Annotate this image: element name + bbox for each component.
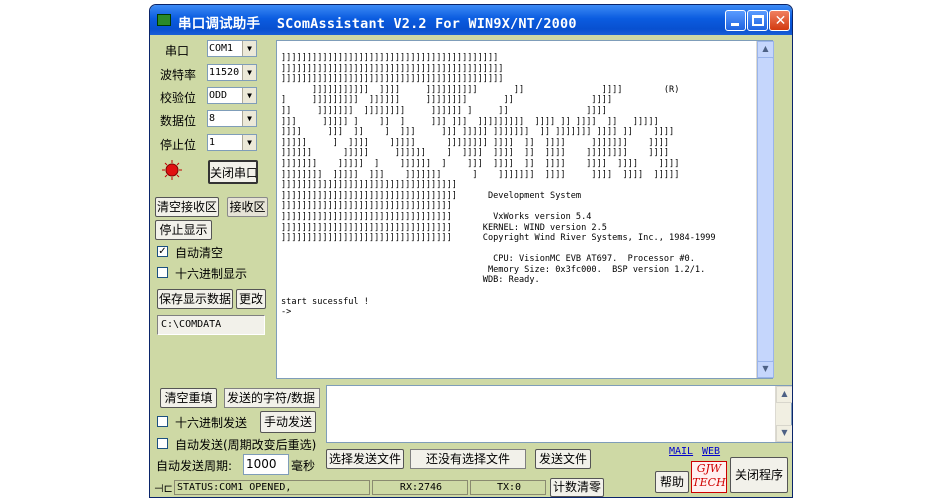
baud-label: 波特率 [160,68,197,82]
gjw-tech-logo[interactable]: GJW TECH [691,461,727,493]
period-input[interactable]: 1000 [243,454,289,475]
maximize-icon [752,15,764,26]
window-title: 串口调试助手 SComAssistant V2.2 For WIN9X/NT/2… [178,16,577,32]
stopbits-select[interactable]: 1 ▼ [207,134,257,151]
logo-line1: GJW [696,462,722,475]
send-file-button[interactable]: 发送文件 [535,449,591,469]
sent-chars-label: 发送的字符/数据 [224,388,320,408]
minimize-icon [731,23,739,26]
send-textarea[interactable]: ▲ ▼ [326,385,792,443]
save-path-field[interactable]: C:\COMDATA [157,315,265,335]
mail-link[interactable]: MAIL [669,446,693,457]
clear-receive-button[interactable]: 清空接收区 [155,197,219,217]
stop-display-button[interactable]: 停止显示 [155,220,212,240]
connector-icon: ⊣⊏ [154,482,173,495]
chevron-down-icon: ▼ [242,88,256,103]
scroll-thumb[interactable] [757,57,774,362]
chevron-down-icon: ▼ [242,135,256,150]
chevron-down-icon: ▼ [242,41,256,56]
scroll-up-icon[interactable]: ▲ [757,41,774,58]
app-icon [157,14,171,26]
status-text: STATUS:COM1 OPENED, [174,480,370,495]
rx-counter: RX:2746 [372,480,468,495]
stopbits-value: 1 [209,137,216,148]
app-window: 串口调试助手 SComAssistant V2.2 For WIN9X/NT/2… [149,4,793,498]
auto-send-checkbox[interactable] [157,438,168,449]
parity-value: ODD [209,90,228,101]
stopbits-label: 停止位 [160,138,197,152]
manual-send-button[interactable]: 手动发送 [260,411,316,433]
send-scrollbar[interactable]: ▲ ▼ [775,386,792,442]
receive-scrollbar[interactable]: ▲ ▼ [756,41,774,378]
auto-send-label: 自动发送(周期改变后重选) [175,438,317,452]
port-status-led-icon [162,160,182,180]
change-path-button[interactable]: 更改 [236,289,266,309]
clear-resend-button[interactable]: 清空重填 [160,388,217,408]
baud-select[interactable]: 11520 ▼ [207,64,257,81]
auto-clear-label: 自动清空 [175,246,224,260]
period-label: 自动发送周期: [156,459,233,473]
port-select[interactable]: COM1 ▼ [207,40,257,57]
web-link[interactable]: WEB [702,446,720,457]
scroll-up-icon[interactable]: ▲ [776,386,792,403]
close-icon: ✕ [774,13,787,29]
close-button[interactable]: ✕ [769,10,790,31]
save-display-button[interactable]: 保存显示数据 [157,289,233,309]
close-program-button[interactable]: 关闭程序 [730,457,788,493]
receive-area-toggle[interactable]: 接收区 [227,197,268,217]
tx-counter: TX:0 [470,480,546,495]
hex-display-label: 十六进制显示 [175,267,248,281]
title-bar[interactable]: 串口调试助手 SComAssistant V2.2 For WIN9X/NT/2… [150,5,792,35]
chevron-down-icon: ▼ [242,111,256,126]
select-send-file-button[interactable]: 选择发送文件 [326,449,404,469]
scroll-down-icon[interactable]: ▼ [757,361,774,378]
close-port-button[interactable]: 关闭串口 [208,160,258,184]
minimize-button[interactable] [725,10,746,31]
databits-select[interactable]: 8 ▼ [207,110,257,127]
databits-label: 数据位 [160,114,197,128]
period-unit: 毫秒 [291,459,316,473]
parity-label: 校验位 [160,91,197,105]
hex-send-checkbox[interactable] [157,416,168,427]
maximize-button[interactable] [747,10,768,31]
logo-line2: TECH [692,476,726,489]
hex-send-label: 十六进制发送 [175,416,248,430]
reset-count-button[interactable]: 计数清零 [550,478,604,497]
help-button[interactable]: 帮助 [655,471,689,493]
parity-select[interactable]: ODD ▼ [207,87,257,104]
databits-value: 8 [209,113,216,124]
port-label: 串口 [165,44,190,58]
receive-textarea[interactable]: ]]]]]]]]]]]]]]]]]]]]]]]]]]]]]]]]]]]]]]]]… [276,40,774,379]
chevron-down-icon: ▼ [242,65,256,80]
baud-value: 11520 [209,67,240,78]
hex-display-checkbox[interactable] [157,267,168,278]
no-file-label: 还没有选择文件 [410,449,526,469]
port-value: COM1 [209,43,234,54]
auto-clear-checkbox[interactable]: ✓ [157,246,168,257]
scroll-down-icon[interactable]: ▼ [776,425,792,442]
terminal-output: ]]]]]]]]]]]]]]]]]]]]]]]]]]]]]]]]]]]]]]]]… [281,53,716,318]
